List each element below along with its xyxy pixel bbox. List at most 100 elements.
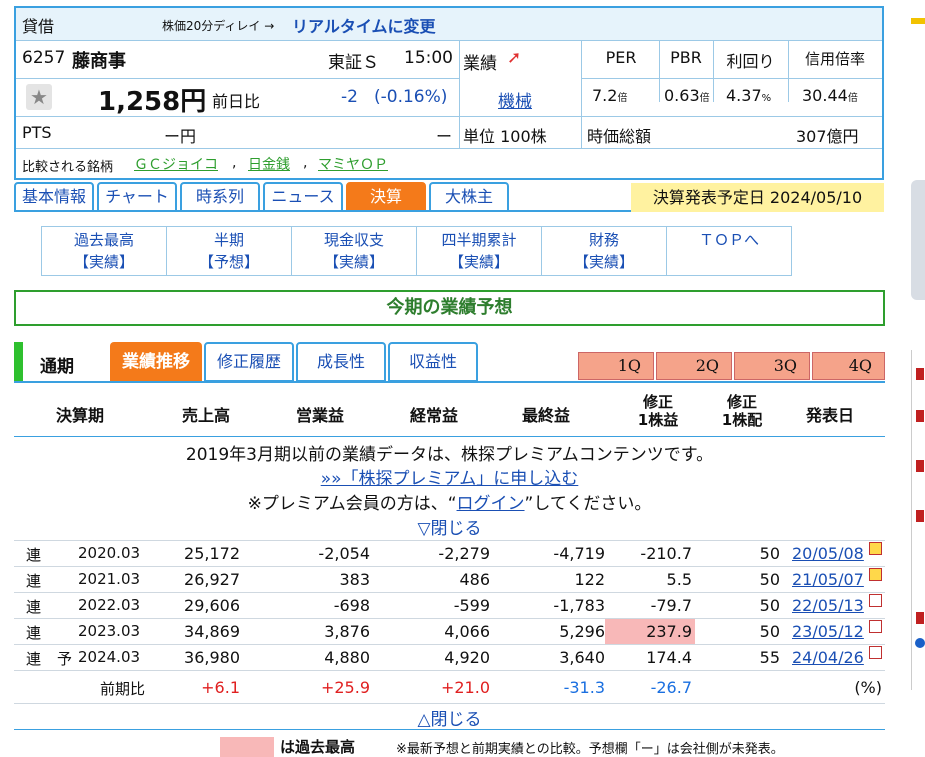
- tab-shareholders[interactable]: 大株主: [429, 182, 509, 212]
- row-eps: 174.4: [646, 648, 692, 667]
- row-operating: 383: [339, 570, 370, 589]
- pdf-document-icon[interactable]: [869, 568, 882, 581]
- col-eps: 修正 1株益: [637, 393, 679, 429]
- subnav-financial[interactable]: 財務 【実績】: [541, 226, 667, 276]
- tab-revision-history[interactable]: 修正履歴: [204, 342, 294, 382]
- tab-results[interactable]: 決算: [346, 182, 426, 212]
- premium-link[interactable]: »»「株探プレミアム」に申し込む: [321, 469, 579, 489]
- stock-price: 1,258円: [98, 87, 207, 117]
- yoy-label: 前期比: [100, 680, 146, 698]
- row-dividend: 55: [759, 648, 780, 667]
- trend-arrow-icon: ➚: [507, 48, 522, 68]
- tab-growth[interactable]: 成長性: [296, 342, 386, 382]
- login-link[interactable]: ログイン: [457, 494, 525, 514]
- favorite-button[interactable]: ★: [26, 84, 52, 110]
- row-net: -4,719: [553, 544, 605, 563]
- row-date-link[interactable]: 21/05/07: [792, 570, 864, 589]
- quarter-1q-button[interactable]: 1Q: [578, 352, 654, 380]
- trade-unit: 単位 100株: [463, 127, 547, 146]
- per-header: PER: [605, 48, 637, 67]
- pdf-document-icon[interactable]: [869, 594, 882, 607]
- row-eps: -210.7: [640, 544, 692, 563]
- price-change-pct: (-0.16%): [374, 87, 448, 107]
- close-top-link: ▽閉じる: [417, 519, 482, 539]
- section-label: 通期: [40, 357, 74, 377]
- pbr-header: PBR: [670, 48, 702, 67]
- yoy-value: +25.9: [320, 678, 370, 697]
- kashishaku-label: 貸借: [22, 17, 55, 36]
- subnav-record-high[interactable]: 過去最高 【実績】: [41, 226, 167, 276]
- col-period: 決算期: [56, 406, 105, 425]
- tab-timeseries[interactable]: 時系列: [180, 182, 260, 212]
- row-dividend: 50: [759, 596, 780, 615]
- row-period: 2023.03: [78, 622, 141, 640]
- row-type: 連: [26, 598, 42, 616]
- row-ordinary: 4,920: [444, 648, 490, 667]
- row-date-link[interactable]: 20/05/08: [792, 544, 864, 563]
- row-dividend: 50: [759, 570, 780, 589]
- tab-news[interactable]: ニュース: [263, 182, 343, 212]
- row-date-link[interactable]: 22/05/13: [792, 596, 864, 615]
- sidebar-image: [911, 180, 925, 300]
- gyoseki-label: 業績: [463, 54, 497, 74]
- compare-link-1[interactable]: ＧＣジョイコ: [134, 154, 218, 174]
- legend-swatch: [220, 737, 274, 757]
- row-dividend: 50: [759, 622, 780, 641]
- tab-profitability[interactable]: 収益性: [388, 342, 478, 382]
- compare-link-2[interactable]: 日金銭: [248, 154, 290, 174]
- subnav-cashflow[interactable]: 現金収支 【実績】: [291, 226, 417, 276]
- compare-link-3[interactable]: マミヤＯＰ: [318, 154, 388, 174]
- row-eps: 237.9: [646, 622, 692, 641]
- row-operating: 3,876: [324, 622, 370, 641]
- sector-link[interactable]: 機械: [498, 87, 532, 112]
- row-operating: -698: [333, 596, 370, 615]
- row-net: -1,783: [553, 596, 605, 615]
- premium-link-row: »»「株探プレミアム」に申し込む: [14, 464, 885, 489]
- tab-chart[interactable]: チャート: [97, 182, 177, 212]
- pdf-document-icon[interactable]: [869, 646, 882, 659]
- row-forecast-flag: 予: [57, 650, 73, 668]
- quarter-2q-button[interactable]: 2Q: [656, 352, 732, 380]
- subnav-top[interactable]: ＴＯＰへ: [666, 226, 792, 276]
- compare-label: 比較される銘柄: [22, 160, 114, 175]
- row-type: 連: [26, 624, 42, 642]
- yoy-value: -26.7: [650, 678, 692, 697]
- header-title-bar: 貸借 株価20分ディレイ → リアルタイムに変更: [16, 8, 882, 41]
- row-sales: 36,980: [184, 648, 240, 667]
- yoy-value: +6.1: [201, 678, 240, 697]
- col-dividend: 修正 1株配: [721, 393, 763, 429]
- row-operating: -2,054: [318, 544, 370, 563]
- announce-date-badge: 決算発表予定日 2024/05/10: [631, 183, 884, 212]
- row-ordinary: -599: [453, 596, 490, 615]
- row-operating: 4,880: [324, 648, 370, 667]
- row-net: 5,296: [559, 622, 605, 641]
- row-sales: 29,606: [184, 596, 240, 615]
- col-date: 発表日: [806, 406, 855, 425]
- pdf-document-icon[interactable]: [869, 620, 882, 633]
- yoy-unit: (%): [854, 678, 882, 697]
- row-type: 連: [26, 572, 42, 590]
- row-ordinary: 486: [459, 570, 490, 589]
- col-operating: 営業益: [296, 406, 345, 425]
- subnav-quarterly[interactable]: 四半期累計 【実績】: [416, 226, 542, 276]
- market-cap-value: 307億円: [796, 127, 859, 146]
- per-value: 7.2倍: [592, 86, 628, 105]
- row-period: 2024.03: [78, 648, 141, 666]
- row-period: 2022.03: [78, 596, 141, 614]
- pdf-document-icon[interactable]: [869, 542, 882, 555]
- col-ordinary: 経常益: [410, 406, 459, 425]
- quarter-4q-button[interactable]: 4Q: [812, 352, 885, 380]
- star-icon: ★: [30, 85, 48, 109]
- quarter-3q-button[interactable]: 3Q: [734, 352, 810, 380]
- row-eps: -79.7: [650, 596, 692, 615]
- tab-results-trend[interactable]: 業績推移: [110, 342, 202, 382]
- realtime-link[interactable]: リアルタイムに変更: [292, 13, 436, 37]
- close-bottom-link: △閉じる: [417, 710, 482, 730]
- sidebar-news-panel: [911, 350, 925, 690]
- row-date-link[interactable]: 23/05/12: [792, 622, 864, 641]
- subnav-half[interactable]: 半期 【予想】: [166, 226, 292, 276]
- tab-basic-info[interactable]: 基本情報: [14, 182, 94, 212]
- row-date-link[interactable]: 24/04/26: [792, 648, 864, 667]
- row-eps: 5.5: [666, 570, 692, 589]
- row-type: 連: [26, 546, 42, 564]
